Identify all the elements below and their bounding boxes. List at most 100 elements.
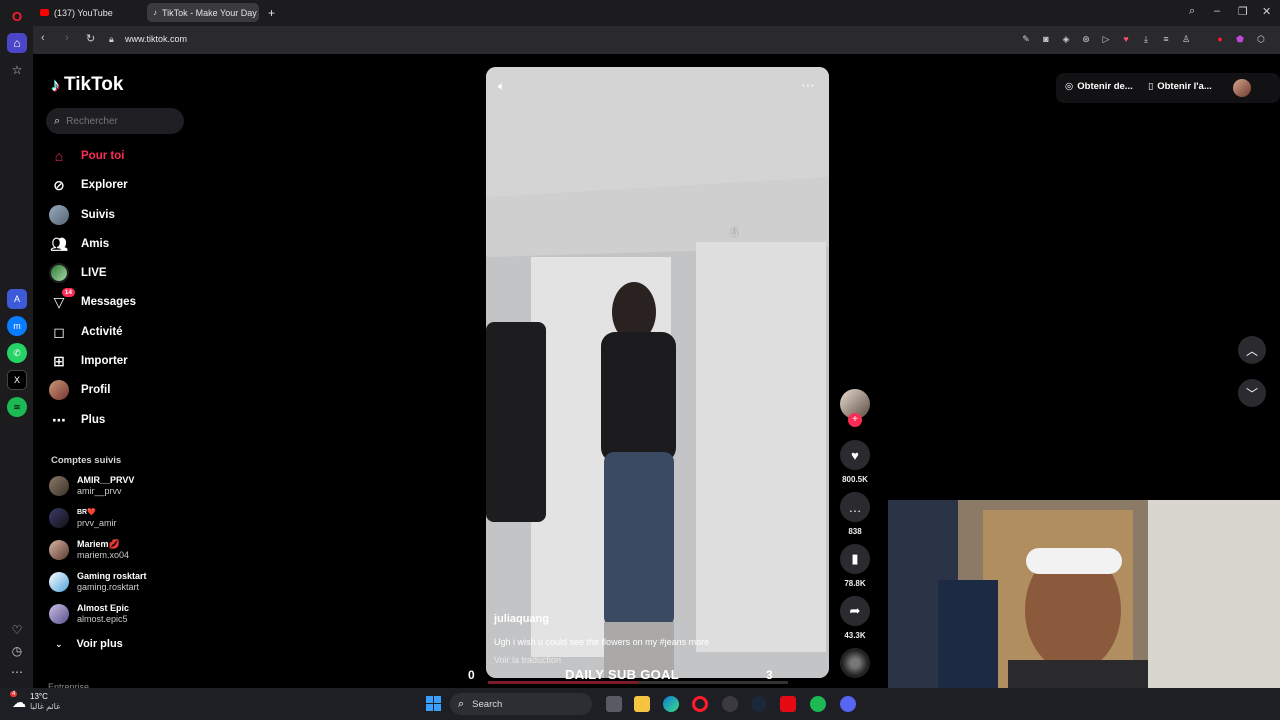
history-icon[interactable]: ◷	[7, 641, 27, 661]
nav-live[interactable]: LIVE	[49, 262, 107, 284]
search-tabs-icon[interactable]: ⌕	[1189, 5, 1195, 18]
back-button[interactable]: ‹	[41, 32, 45, 44]
like-button[interactable]: ♥ 800.5K	[840, 440, 870, 484]
nav-importer[interactable]: ⊞ Importer	[49, 350, 128, 372]
messenger-icon[interactable]: m	[7, 316, 27, 336]
spotify-icon[interactable]: ≋	[7, 397, 27, 417]
coin-icon: ◎	[1065, 81, 1074, 92]
extensions-icon[interactable]: ⬡	[1255, 33, 1267, 45]
nav-activite[interactable]: ◻ Activité	[49, 321, 122, 343]
volume-icon[interactable]: 🔈︎	[498, 79, 505, 94]
search-input[interactable]	[66, 115, 167, 127]
get-app-button[interactable]: ▯ Obtenir l'a...	[1148, 81, 1212, 92]
player-icon[interactable]: ▷	[1100, 33, 1112, 45]
minimize-button[interactable]: –	[1214, 5, 1220, 17]
creator-avatar[interactable]: +	[840, 389, 870, 427]
file-explorer-icon[interactable]	[634, 696, 650, 712]
video-author[interactable]: juliaquang	[494, 613, 549, 625]
heart-extension-icon[interactable]: ♥	[1120, 33, 1132, 45]
weather-widget[interactable]: ☁︎ 4 13°C غائم غالبا	[10, 690, 60, 712]
bookmark-icon: ▮	[840, 544, 870, 574]
nav-amis[interactable]: 👥︎ Amis	[49, 233, 109, 255]
top-actions: ◎ Obtenir de... ▯ Obtenir l'a...	[1056, 73, 1280, 103]
messages-badge: 14	[61, 288, 75, 297]
ublock-icon[interactable]: ⬟	[1234, 33, 1246, 45]
followed-account[interactable]: Gaming rosktart gaming.rosktart	[49, 571, 147, 593]
followed-account[interactable]: BR❤️ prvv_amir	[49, 507, 117, 529]
obs-icon[interactable]	[722, 696, 738, 712]
nav-messages[interactable]: ▽ 14 Messages	[49, 288, 136, 313]
video-frame	[486, 67, 829, 678]
whatsapp-icon[interactable]: ✆	[7, 343, 27, 363]
url-field[interactable]: www.tiktok.com	[125, 34, 187, 44]
compass-icon: ⊘	[53, 176, 65, 193]
share-button[interactable]: ➦ 43.3K	[840, 596, 870, 640]
steam-icon[interactable]	[751, 696, 767, 712]
activity-icon: ◻	[53, 323, 65, 340]
chevron-up-icon: ︿	[1245, 343, 1258, 358]
camera-icon[interactable]: ◙	[1040, 33, 1052, 45]
see-more-button[interactable]: ⌄ Voir plus	[55, 638, 123, 650]
translate-link[interactable]: Voir la traduction	[494, 655, 561, 665]
user-avatar[interactable]	[1233, 79, 1251, 97]
edit-icon[interactable]: ✎	[1020, 33, 1032, 45]
search-box[interactable]: ⌕	[46, 108, 184, 134]
new-tab-button[interactable]: +	[262, 3, 281, 22]
nav-suivis[interactable]: Suivis	[49, 204, 115, 226]
pinboard-icon[interactable]: ☆	[7, 60, 27, 80]
goal-start: 0	[468, 668, 475, 682]
spotify-taskbar-icon[interactable]	[810, 696, 826, 712]
nav-label: Importer	[81, 355, 128, 367]
opera-sidebar: O ⌂ ☆ A m ✆ X ≋ ♡ ◷ ⋯	[0, 0, 33, 690]
nav-plus[interactable]: ⋯ Plus	[49, 409, 105, 431]
nav-profil[interactable]: Profil	[49, 379, 110, 401]
followed-account[interactable]: Mariem💋 mariem.xo04	[49, 539, 129, 561]
comment-button[interactable]: … 838	[840, 492, 870, 536]
opera-ext-icon[interactable]: ●	[1214, 33, 1226, 45]
home-speed-dial-icon[interactable]: ⌂	[7, 33, 27, 53]
profile-avatar-icon	[49, 380, 69, 400]
task-view-icon[interactable]	[606, 696, 622, 712]
video-player[interactable]: 🔈︎ ⋯ juliaquang Ugh i wish u could see t…	[486, 67, 829, 678]
save-button[interactable]: ▮ 78.8K	[840, 544, 870, 588]
aria-icon[interactable]: A	[7, 289, 27, 309]
account-name: AMIR__PRVV	[77, 475, 135, 485]
menu-icon[interactable]: ≡	[1160, 33, 1172, 45]
close-button[interactable]: ✕	[1262, 5, 1271, 18]
next-video-button[interactable]: ﹀	[1238, 379, 1266, 407]
taskbar-search[interactable]: ⌕ Search	[450, 693, 592, 715]
followed-account[interactable]: AMIR__PRVV amir__prvv	[49, 475, 134, 497]
tab-tiktok[interactable]: ♪ TikTok - Make Your Day	[147, 3, 259, 22]
forward-button[interactable]: ›	[65, 32, 69, 44]
nav-label: LIVE	[81, 267, 107, 279]
music-disc[interactable]	[840, 648, 870, 678]
followed-account[interactable]: Almost Epic almost.epic5	[49, 603, 129, 625]
more-icon[interactable]: ⋯	[7, 662, 27, 682]
nav-pour-toi[interactable]: ⌂ Pour toi	[49, 145, 125, 167]
previous-video-button[interactable]: ︿	[1238, 336, 1266, 364]
nav-label: Explorer	[81, 179, 128, 191]
tiktok-logo[interactable]: ♪ TikTok	[51, 74, 123, 96]
opera-logo-icon[interactable]: O	[7, 6, 27, 26]
reload-button[interactable]: ↻	[86, 32, 95, 45]
account-icon[interactable]: ♙	[1180, 33, 1192, 45]
more-options-icon[interactable]: ⋯	[801, 77, 815, 94]
opera-taskbar-icon[interactable]	[692, 696, 708, 712]
nav-explorer[interactable]: ⊘ Explorer	[49, 174, 128, 196]
follow-plus-icon[interactable]: +	[848, 413, 862, 427]
vpn-icon[interactable]: ⊛	[1080, 33, 1092, 45]
edge-icon[interactable]	[663, 696, 679, 712]
avatar	[49, 508, 69, 528]
x-twitter-icon[interactable]: X	[7, 370, 27, 390]
download-icon[interactable]: ⤓	[1140, 33, 1152, 45]
webcam-overlay	[888, 500, 1280, 690]
netflix-icon[interactable]	[780, 696, 796, 712]
maximize-button[interactable]: ❐	[1238, 5, 1248, 18]
heart-icon[interactable]: ♡	[7, 620, 27, 640]
see-more-label: Voir plus	[76, 638, 123, 650]
shield-icon[interactable]: ◈	[1060, 33, 1072, 45]
discord-icon[interactable]	[840, 696, 856, 712]
start-button[interactable]	[426, 696, 441, 711]
get-coins-button[interactable]: ◎ Obtenir de...	[1065, 81, 1133, 92]
tab-youtube[interactable]: (137) YouTube	[34, 3, 144, 22]
